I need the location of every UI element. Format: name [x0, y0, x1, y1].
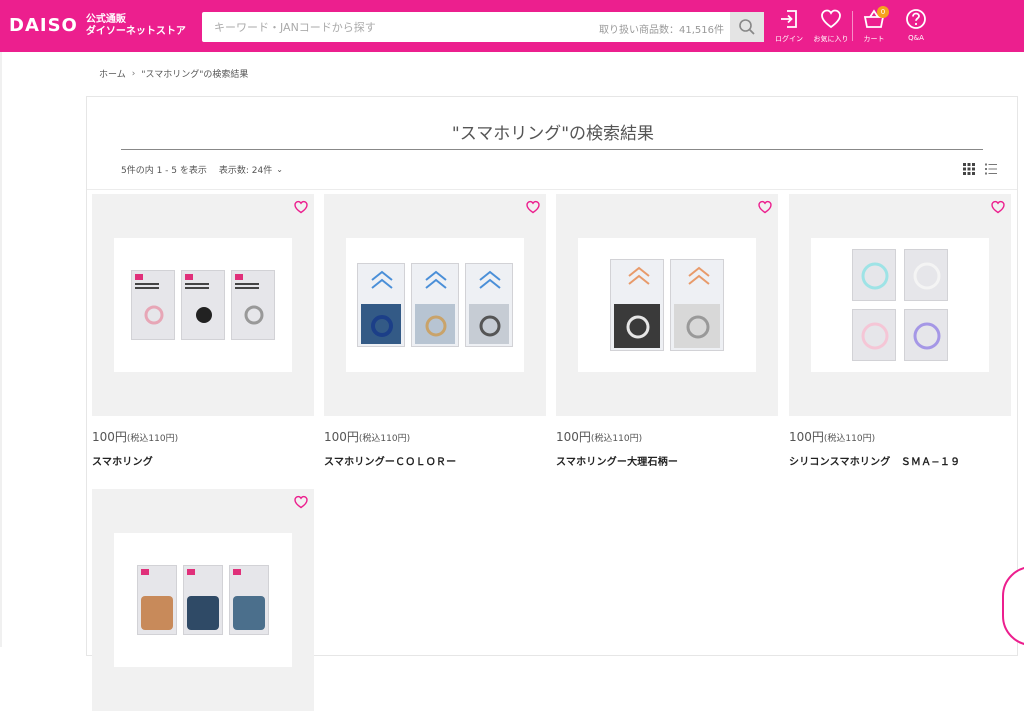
- cart-button[interactable]: 0 カート: [853, 6, 895, 46]
- package-image: [131, 270, 175, 340]
- price-value: 100円: [92, 430, 127, 444]
- product-name[interactable]: スマホリング: [92, 453, 153, 468]
- per-page-select[interactable]: 表示数: 24件 ⌄: [219, 163, 283, 176]
- product-image-area[interactable]: [92, 489, 314, 711]
- product-image-area[interactable]: [92, 194, 314, 416]
- product-price: 100円(税込110円): [789, 428, 875, 445]
- help-icon: [906, 9, 926, 29]
- price-tax: (税込110円): [126, 434, 179, 444]
- price-tax: (税込110円): [823, 434, 876, 444]
- login-icon: [781, 10, 797, 28]
- product-count: 取り扱い商品数：41,516件: [599, 25, 724, 36]
- price-tax: (税込110円): [590, 434, 643, 444]
- cart-count-badge: 0: [877, 6, 889, 18]
- favorites-button[interactable]: お気に入り: [810, 8, 852, 46]
- favorite-heart-icon[interactable]: [294, 495, 308, 509]
- package-image: [231, 270, 275, 340]
- product-image: [114, 238, 292, 372]
- price-value: 100円: [556, 430, 591, 444]
- daiso-logo[interactable]: DAISO 公式通販 ダイソーネットストア: [9, 14, 186, 38]
- price-value: 100円: [789, 430, 824, 444]
- price-tax: (税込110円): [358, 434, 411, 444]
- logo-subtitle: 公式通販 ダイソーネットストア: [86, 14, 186, 38]
- favorite-heart-icon[interactable]: [991, 200, 1005, 214]
- logo-text: DAISO: [9, 15, 78, 36]
- breadcrumb-home-link[interactable]: ホーム: [99, 67, 126, 80]
- grid-view-icon[interactable]: [963, 163, 975, 175]
- toolbar-divider: [87, 189, 1017, 190]
- title-divider: [121, 149, 983, 150]
- chevron-down-icon: ⌄: [276, 165, 283, 174]
- package-image: [904, 249, 948, 301]
- page-title: "スマホリング"の検索結果: [451, 124, 655, 144]
- favorite-heart-icon[interactable]: [294, 200, 308, 214]
- package-image: [183, 565, 223, 635]
- product-image-area[interactable]: [789, 194, 1011, 416]
- result-count: 5件の内 1 - 5 を表示: [121, 166, 207, 176]
- login-button[interactable]: ログイン: [768, 8, 810, 46]
- product-price: 100円(税込110円): [556, 428, 642, 445]
- product-name[interactable]: スマホリングー大理石柄ー: [556, 453, 678, 468]
- product-image-area[interactable]: [556, 194, 778, 416]
- package-image: [181, 270, 225, 340]
- product-price: 100円(税込110円): [92, 428, 178, 445]
- per-page-value: 表示数: 24件: [218, 166, 273, 176]
- package-image: [904, 309, 948, 361]
- product-image: [811, 238, 989, 372]
- help-button[interactable]: Q&A: [895, 8, 937, 46]
- breadcrumb-current: "スマホリング"の検索結果: [141, 70, 249, 80]
- favorites-label: お気に入り: [813, 35, 849, 43]
- package-image: [411, 263, 459, 347]
- product-price: 100円(税込110円): [324, 428, 410, 445]
- breadcrumb: ホーム › "スマホリング"の検索結果: [99, 67, 249, 81]
- price-value: 100円: [324, 430, 359, 444]
- logo-subtitle-line1: 公式通販: [85, 14, 126, 25]
- search-icon: [739, 19, 755, 35]
- product-image: [346, 238, 524, 372]
- breadcrumb-separator: ›: [131, 68, 136, 79]
- package-image: [852, 309, 896, 361]
- product-image: [578, 238, 756, 372]
- package-image: [465, 263, 513, 347]
- view-toggle: [963, 163, 997, 175]
- search-button[interactable]: [730, 12, 764, 42]
- login-label: ログイン: [775, 35, 803, 43]
- package-image: [852, 249, 896, 301]
- product-name[interactable]: シリコンスマホリング ＳＭＡ−１９: [789, 453, 960, 468]
- site-header: DAISO 公式通販 ダイソーネットストア 取り扱い商品数：41,516件 ログ…: [0, 0, 1024, 52]
- package-image: [137, 565, 177, 635]
- package-image: [229, 565, 269, 635]
- package-image: [357, 263, 405, 347]
- favorite-heart-icon[interactable]: [758, 200, 772, 214]
- list-view-icon[interactable]: [985, 163, 997, 175]
- page-edge: [0, 52, 2, 647]
- package-image: [610, 259, 664, 351]
- product-image-area[interactable]: [324, 194, 546, 416]
- header-icon-bar: ログイン お気に入り 0 カート Q&A: [768, 6, 937, 46]
- product-name[interactable]: スマホリングーＣＯＬＯＲー: [324, 453, 456, 468]
- search-input[interactable]: [202, 12, 602, 42]
- search-bar: 取り扱い商品数：41,516件: [202, 12, 764, 42]
- package-image: [670, 259, 724, 351]
- result-summary: 5件の内 1 - 5 を表示 表示数: 24件 ⌄: [121, 163, 283, 176]
- logo-subtitle-line2: ダイソーネットストア: [85, 26, 186, 37]
- help-label: Q&A: [908, 34, 924, 42]
- heart-icon: [821, 9, 841, 29]
- cart-label: カート: [863, 35, 885, 43]
- favorite-heart-icon[interactable]: [526, 200, 540, 214]
